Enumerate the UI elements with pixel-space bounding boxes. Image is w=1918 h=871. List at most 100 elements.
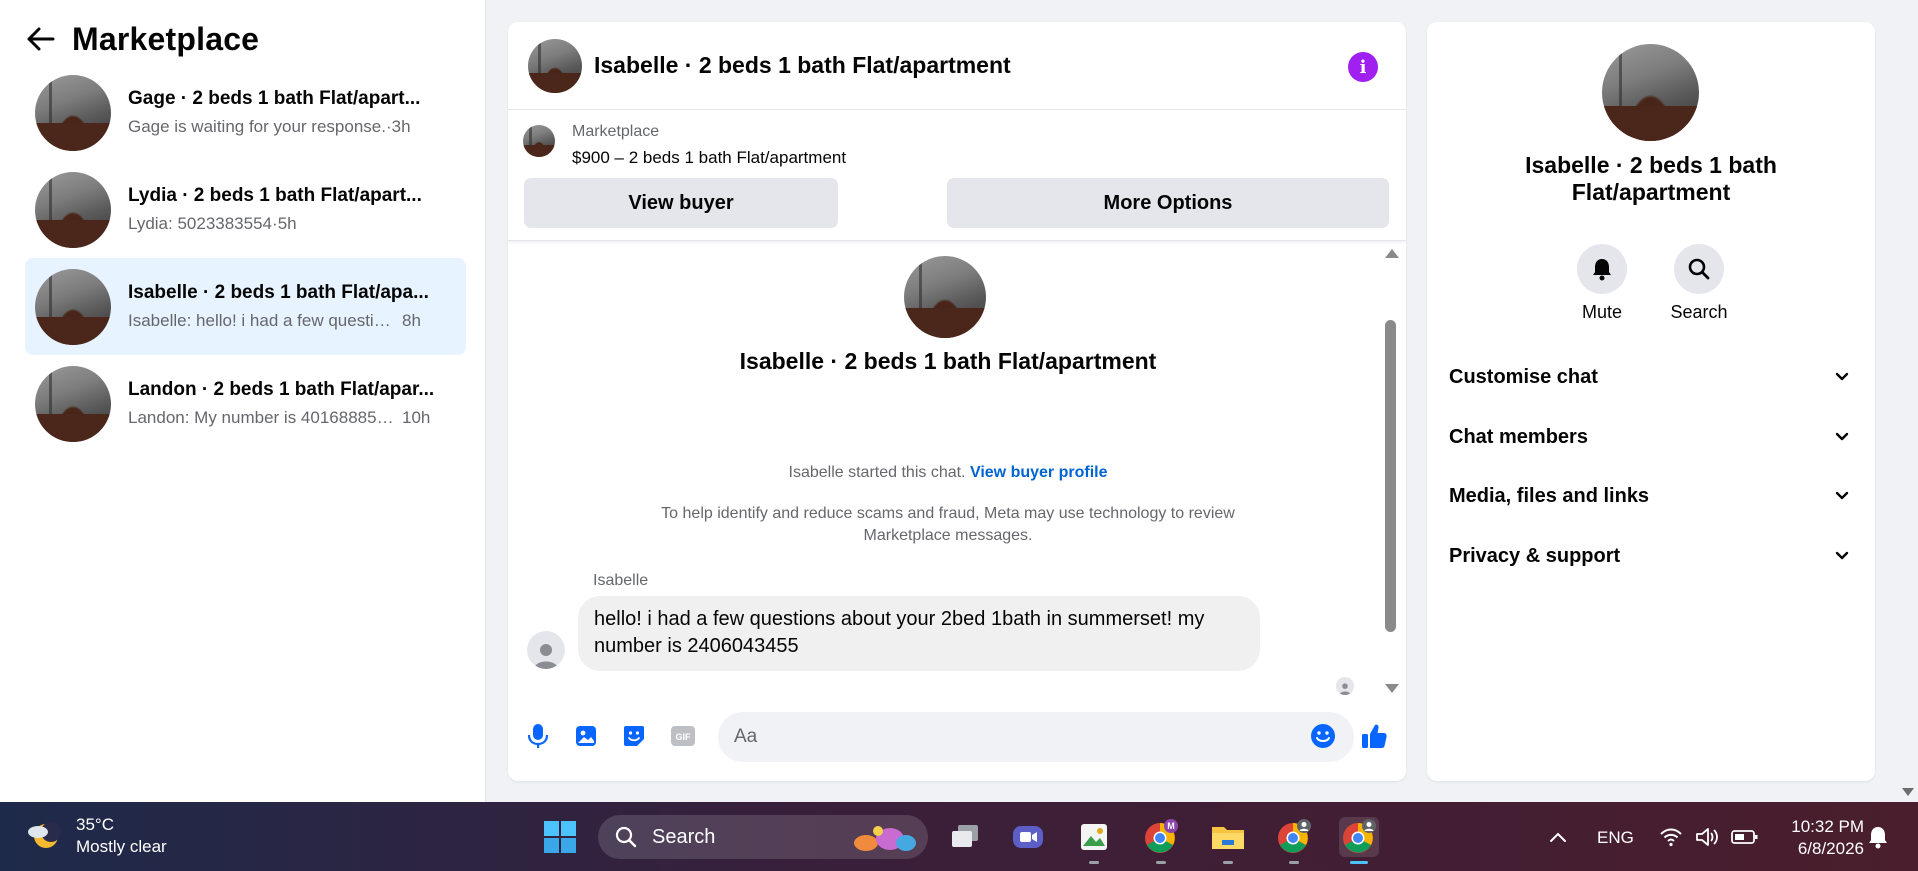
chevron-down-icon	[1835, 551, 1849, 560]
conversation-avatar	[35, 365, 111, 442]
weather-widget[interactable]: 35°C Mostly clear	[24, 814, 167, 858]
chat-started-text: Isabelle started this chat.	[788, 464, 966, 481]
gif-icon[interactable]: GIF	[669, 722, 697, 750]
section-label: Privacy & support	[1449, 544, 1621, 567]
chat-header-avatar[interactable]	[528, 38, 582, 93]
chat-started-notice: Isabelle started this chat. View buyer p…	[508, 464, 1388, 482]
chrome-profile-3-icon[interactable]	[1339, 817, 1379, 864]
conversation-list: Gage · 2 beds 1 bath Flat/apart... Gage …	[25, 64, 466, 452]
message-sender-name: Isabelle	[593, 572, 649, 589]
sidebar-title: Marketplace	[72, 20, 260, 57]
privacy-support-section[interactable]: Privacy & support	[1449, 534, 1853, 578]
view-buyer-button[interactable]: View buyer	[524, 178, 838, 228]
running-indicator	[1289, 861, 1299, 864]
conversation-sidebar: Marketplace Gage · 2 beds 1 bath Flat/ap…	[0, 0, 486, 802]
emoji-icon[interactable]	[1309, 722, 1337, 750]
mute-label: Mute	[1581, 302, 1623, 322]
scroll-down-arrow-icon[interactable]	[1385, 684, 1399, 693]
chat-header: Isabelle · 2 beds 1 bath Flat/apartment …	[508, 22, 1406, 110]
windows-taskbar: 35°C Mostly clear Search M ENG 10:32 PM …	[0, 802, 1918, 871]
read-receipt-avatar	[1336, 677, 1354, 695]
running-indicator	[1156, 861, 1166, 864]
conversation-name: Isabelle · 2 beds 1 bath Flat/apa...	[128, 282, 429, 303]
message-scrollbar[interactable]	[1383, 244, 1399, 696]
conversation-preview: Isabelle: hello! i had a few question...	[128, 311, 398, 330]
info-title: Isabelle · 2 beds 1 bath Flat/apartment	[1525, 152, 1777, 205]
conversation-preview: Gage is waiting for your response.	[128, 117, 386, 136]
photo-icon[interactable]	[572, 722, 600, 750]
chat-title[interactable]: Isabelle · 2 beds 1 bath Flat/apartment	[594, 52, 1011, 79]
conversation-name: Landon · 2 beds 1 bath Flat/apar...	[128, 379, 435, 400]
sidebar-header: Marketplace	[26, 20, 259, 58]
system-clock[interactable]: 10:32 PM 6/8/2026	[1770, 816, 1864, 860]
info-icon[interactable]: i	[1348, 52, 1378, 82]
search-icon	[1674, 244, 1724, 294]
conversation-name: Lydia · 2 beds 1 bath Flat/apart...	[128, 185, 422, 206]
info-avatar[interactable]	[1602, 44, 1699, 141]
taskbar-search-label: Search	[652, 825, 716, 848]
running-indicator	[1089, 861, 1099, 864]
section-label: Media, files and links	[1449, 484, 1650, 507]
active-indicator	[1350, 861, 1368, 864]
language-indicator[interactable]: ENG	[1597, 828, 1634, 848]
conversation-intro-title: Isabelle · 2 beds 1 bath Flat/apartment	[739, 348, 1157, 374]
notification-bell-icon[interactable]	[1858, 817, 1898, 857]
message-input[interactable]	[718, 712, 1354, 762]
customise-chat-section[interactable]: Customise chat	[1449, 355, 1853, 399]
weather-condition: Mostly clear	[76, 837, 167, 856]
conversation-item-landon[interactable]: Landon · 2 beds 1 bath Flat/apar... Land…	[25, 355, 466, 452]
message-bubble[interactable]: hello! i had a few questions about your …	[578, 596, 1260, 671]
scroll-up-arrow-icon[interactable]	[1385, 249, 1399, 258]
search-icon	[615, 826, 637, 848]
more-options-button[interactable]: More Options	[947, 178, 1389, 228]
section-label: Chat members	[1449, 425, 1588, 448]
clock-time: 10:32 PM	[1791, 817, 1864, 836]
conversation-time: 3h	[391, 117, 411, 136]
conversation-item-gage[interactable]: Gage · 2 beds 1 bath Flat/apart... Gage …	[25, 64, 466, 161]
marketplace-label: Marketplace	[572, 123, 660, 140]
view-buyer-profile-link[interactable]: View buyer profile	[970, 464, 1108, 481]
clock-date: 6/8/2026	[1797, 839, 1864, 858]
listing-thumbnail[interactable]	[523, 125, 555, 157]
microphone-icon[interactable]	[524, 722, 552, 750]
mute-button[interactable]: Mute	[1567, 244, 1637, 323]
video-meeting-app-icon[interactable]	[1008, 817, 1048, 857]
chat-members-section[interactable]: Chat members	[1449, 415, 1853, 459]
back-arrow-icon[interactable]	[26, 24, 56, 54]
chat-info-panel: Isabelle · 2 beds 1 bath Flat/apartment …	[1427, 22, 1875, 781]
photo-editor-app-icon[interactable]	[1074, 817, 1114, 864]
scrollbar-thumb[interactable]	[1385, 320, 1396, 632]
task-view-icon[interactable]	[945, 817, 985, 857]
chrome-profile-2-icon[interactable]	[1274, 817, 1314, 864]
section-label: Customise chat	[1449, 365, 1598, 388]
battery-icon[interactable]	[1725, 817, 1765, 857]
sticker-icon[interactable]	[620, 722, 648, 750]
page-scroll-down-arrow-icon[interactable]	[1902, 788, 1914, 796]
volume-icon[interactable]	[1688, 817, 1728, 857]
file-explorer-icon[interactable]	[1208, 817, 1248, 864]
like-thumbs-up-icon[interactable]	[1360, 722, 1388, 750]
search-label: Search	[1670, 302, 1728, 322]
bell-icon	[1577, 244, 1627, 294]
wifi-icon[interactable]	[1651, 817, 1691, 857]
sender-avatar[interactable]	[527, 631, 565, 669]
listing-title[interactable]: $900 – 2 beds 1 bath Flat/apartment	[572, 148, 846, 168]
windows-start-icon[interactable]	[540, 817, 580, 857]
search-in-chat-button[interactable]: Search	[1664, 244, 1734, 323]
gif-label: GIF	[676, 732, 692, 742]
chrome-profile-m-icon[interactable]: M	[1141, 817, 1181, 864]
marketplace-listing-banner: Marketplace $900 – 2 beds 1 bath Flat/ap…	[508, 111, 1406, 241]
conversation-name: Gage · 2 beds 1 bath Flat/apart...	[128, 88, 421, 109]
chevron-down-icon	[1835, 372, 1849, 381]
conversation-item-lydia[interactable]: Lydia · 2 beds 1 bath Flat/apart... Lydi…	[25, 161, 466, 258]
taskbar-search-box[interactable]: Search	[598, 815, 928, 859]
moon-cloud-icon	[28, 822, 61, 848]
chevron-up-icon[interactable]	[1538, 817, 1578, 857]
chat-panel: Isabelle · 2 beds 1 bath Flat/apartment …	[508, 22, 1406, 781]
conversation-time: 5h	[277, 214, 297, 233]
media-files-links-section[interactable]: Media, files and links	[1449, 474, 1853, 518]
running-indicator	[1223, 861, 1233, 864]
message-thread: Isabelle · 2 beds 1 bath Flat/apartment …	[508, 242, 1406, 702]
conversation-profile-avatar	[904, 256, 986, 338]
conversation-item-isabelle[interactable]: Isabelle · 2 beds 1 bath Flat/apa... Isa…	[25, 258, 466, 355]
